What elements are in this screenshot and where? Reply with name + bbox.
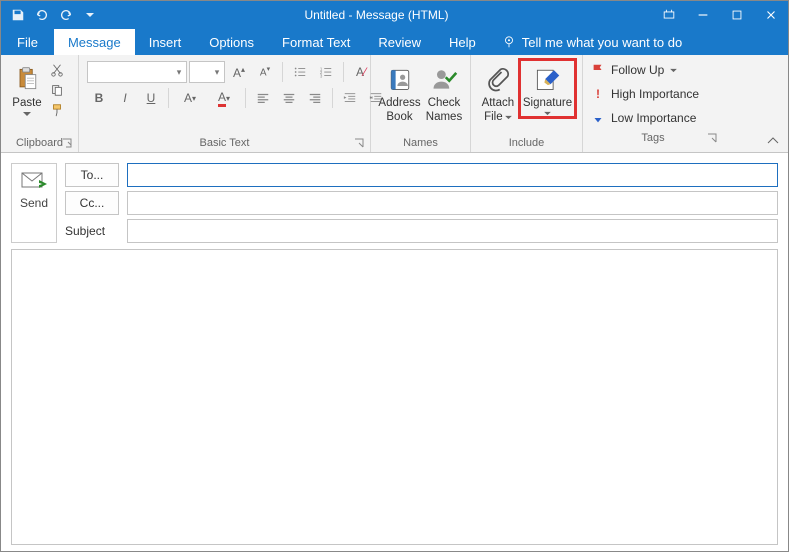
- down-arrow-icon: [591, 111, 605, 125]
- check-names-label-1: Check: [428, 97, 461, 111]
- cut-button[interactable]: [48, 61, 66, 79]
- minimize-button[interactable]: [686, 1, 720, 29]
- basic-text-launcher[interactable]: [354, 138, 366, 150]
- ribbon: Paste Clipboard ▾ ▾ A▴ A▾ 12: [1, 55, 788, 153]
- numbering-button[interactable]: 123: [314, 61, 338, 83]
- undo-button[interactable]: [31, 4, 53, 26]
- follow-up-button[interactable]: Follow Up: [591, 59, 715, 81]
- bullets-button[interactable]: [288, 61, 312, 83]
- tab-message[interactable]: Message: [54, 29, 135, 55]
- address-book-label-2: Book: [386, 111, 412, 125]
- send-button[interactable]: Send: [11, 163, 57, 243]
- collapse-ribbon-button[interactable]: [766, 135, 782, 149]
- redo-button[interactable]: [55, 4, 77, 26]
- group-clipboard: Paste Clipboard: [1, 55, 79, 152]
- address-book-button[interactable]: AddressBook: [376, 59, 423, 127]
- signature-label: Signature: [523, 97, 572, 111]
- italic-button[interactable]: I: [113, 87, 137, 109]
- tab-options[interactable]: Options: [195, 29, 268, 55]
- include-group-label: Include: [509, 137, 544, 149]
- font-size-combo[interactable]: ▾: [189, 61, 225, 83]
- quick-access-toolbar: [1, 4, 101, 26]
- tell-me-label: Tell me what you want to do: [522, 35, 682, 50]
- to-button[interactable]: To...: [65, 163, 119, 187]
- message-header-fields: Send To... Cc... Subject: [1, 153, 788, 249]
- group-include: AttachFile Signature Include: [471, 55, 583, 152]
- names-group-label: Names: [403, 137, 438, 149]
- exclamation-icon: !: [591, 87, 605, 101]
- group-tags: Follow Up ! High Importance Low Importan…: [583, 55, 723, 152]
- grow-font-button[interactable]: A▴: [227, 61, 251, 83]
- basic-text-group-label: Basic Text: [200, 137, 250, 149]
- qat-more-button[interactable]: [79, 4, 101, 26]
- check-names-label-2: Names: [426, 111, 462, 125]
- low-importance-label: Low Importance: [611, 111, 696, 125]
- high-importance-label: High Importance: [611, 87, 699, 101]
- align-right-button[interactable]: [303, 87, 327, 109]
- font-color-button[interactable]: A▾: [208, 87, 240, 109]
- ribbon-tabs: File Message Insert Options Format Text …: [1, 29, 788, 55]
- underline-button[interactable]: U: [139, 87, 163, 109]
- decrease-indent-button[interactable]: [338, 87, 362, 109]
- close-button[interactable]: [754, 1, 788, 29]
- window-controls: [652, 1, 788, 29]
- tab-file[interactable]: File: [1, 29, 54, 55]
- high-importance-button[interactable]: ! High Importance: [591, 83, 715, 105]
- to-input[interactable]: [127, 163, 778, 187]
- clear-formatting-button[interactable]: A⁄: [349, 61, 373, 83]
- attach-file-label-2: File: [484, 111, 503, 125]
- recipient-inputs: [127, 163, 778, 243]
- save-button[interactable]: [7, 4, 29, 26]
- svg-text:3: 3: [320, 73, 323, 78]
- title-bar: Untitled - Message (HTML): [1, 1, 788, 29]
- clipboard-group-label: Clipboard: [16, 137, 63, 149]
- paste-label: Paste: [12, 97, 41, 111]
- address-book-label-1: Address: [378, 97, 420, 111]
- subject-input[interactable]: [127, 219, 778, 243]
- font-family-combo[interactable]: ▾: [87, 61, 187, 83]
- bold-button[interactable]: B: [87, 87, 111, 109]
- shrink-font-button[interactable]: A▾: [253, 61, 277, 83]
- attach-file-label-1: Attach: [482, 97, 515, 111]
- cc-input[interactable]: [127, 191, 778, 215]
- tab-review[interactable]: Review: [364, 29, 435, 55]
- recipient-buttons: To... Cc... Subject: [65, 163, 119, 243]
- attach-file-button[interactable]: AttachFile: [477, 59, 519, 127]
- maximize-button[interactable]: [720, 1, 754, 29]
- ribbon-options-button[interactable]: [652, 1, 686, 29]
- send-icon: [21, 170, 47, 192]
- tags-group-label: Tags: [641, 132, 664, 144]
- send-label: Send: [20, 196, 48, 210]
- paperclip-icon: [484, 61, 512, 97]
- follow-up-label: Follow Up: [611, 63, 664, 77]
- check-names-icon: [430, 61, 458, 97]
- signature-icon: [533, 61, 561, 97]
- address-book-icon: [386, 61, 414, 97]
- clipboard-icon: [13, 61, 41, 97]
- subject-label: Subject: [65, 219, 119, 243]
- group-basic-text: ▾ ▾ A▴ A▾ 123 A⁄ B I U A▾ A▾: [79, 55, 371, 152]
- highlight-button[interactable]: A▾: [174, 87, 206, 109]
- check-names-button[interactable]: CheckNames: [423, 59, 465, 127]
- tab-help[interactable]: Help: [435, 29, 490, 55]
- clipboard-launcher[interactable]: [62, 138, 74, 150]
- cc-button[interactable]: Cc...: [65, 191, 119, 215]
- copy-button[interactable]: [48, 81, 66, 99]
- tags-launcher[interactable]: [707, 133, 719, 145]
- format-painter-button[interactable]: [48, 101, 66, 119]
- tell-me-search[interactable]: Tell me what you want to do: [490, 29, 682, 55]
- align-left-button[interactable]: [251, 87, 275, 109]
- low-importance-button[interactable]: Low Importance: [591, 107, 715, 129]
- group-names: AddressBook CheckNames Names: [371, 55, 471, 152]
- message-body-editor[interactable]: [11, 249, 778, 545]
- flag-icon: [591, 63, 605, 77]
- tab-insert[interactable]: Insert: [135, 29, 196, 55]
- align-center-button[interactable]: [277, 87, 301, 109]
- tab-format-text[interactable]: Format Text: [268, 29, 364, 55]
- paste-button[interactable]: Paste: [6, 59, 48, 119]
- signature-button[interactable]: Signature: [519, 59, 576, 118]
- window-title: Untitled - Message (HTML): [101, 8, 652, 22]
